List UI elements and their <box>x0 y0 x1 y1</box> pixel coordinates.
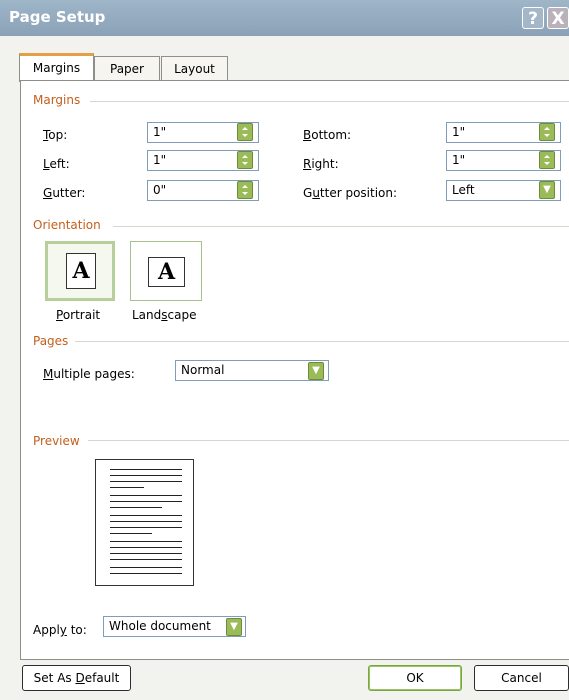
preview-line <box>110 553 182 554</box>
title-bar: Page Setup ? X <box>0 0 569 36</box>
preview-line <box>110 547 182 548</box>
top-label: Top: <box>43 128 68 142</box>
right-label: Right: <box>303 157 339 171</box>
multiple-pages-label: Multiple pages: <box>43 367 135 381</box>
portrait-label: Portrait <box>56 308 101 322</box>
preview-line <box>110 541 182 542</box>
bottom-spinner[interactable] <box>539 123 555 141</box>
preview-line <box>110 527 182 528</box>
right-spinner[interactable] <box>539 151 555 169</box>
preview-line <box>110 481 182 482</box>
multiple-pages-dropdown-arrow[interactable]: ▼ <box>308 362 324 380</box>
ok-button[interactable]: OK <box>368 665 462 691</box>
gutter-position-label: Gutter position: <box>303 186 398 200</box>
orientation-group-label: Orientation <box>33 218 107 232</box>
landscape-label: Landscape <box>132 308 197 322</box>
gutter-spinner[interactable] <box>237 181 253 199</box>
preview-line <box>110 495 182 496</box>
preview-line <box>110 573 182 574</box>
pages-group-label: Pages <box>33 334 75 348</box>
left-label: Left: <box>43 157 70 171</box>
margins-group-label: Margins <box>33 93 87 107</box>
set-as-default-button[interactable]: Set As Default <box>22 665 131 691</box>
preview-line <box>110 515 182 516</box>
preview-line <box>110 469 182 470</box>
preview-line <box>110 567 182 568</box>
apply-to-label: Apply to: <box>33 623 87 637</box>
preview-line <box>110 521 182 522</box>
preview-line <box>110 501 182 502</box>
margins-rule <box>90 101 569 102</box>
preview-line <box>110 533 152 534</box>
page-preview <box>95 459 194 586</box>
portrait-option[interactable]: A <box>45 241 115 301</box>
bottom-label: Bottom: <box>303 128 352 142</box>
cancel-button[interactable]: Cancel <box>474 665 569 691</box>
tab-paper[interactable]: Paper <box>94 56 160 81</box>
gutter-label: Gutter: <box>43 186 86 200</box>
landscape-page-icon: A <box>148 257 185 287</box>
top-spinner[interactable] <box>237 123 253 141</box>
left-spinner[interactable] <box>237 151 253 169</box>
apply-to-select[interactable]: Whole document <box>103 616 246 637</box>
tab-paper-label: Paper <box>110 62 144 76</box>
gutter-position-dropdown-arrow[interactable]: ▼ <box>539 181 555 199</box>
portrait-page-icon: A <box>66 253 96 289</box>
preview-line <box>110 487 144 488</box>
help-button[interactable]: ? <box>522 7 544 29</box>
preview-line <box>110 559 182 560</box>
preview-rule <box>88 440 569 441</box>
tab-margins[interactable]: Margins <box>19 53 94 82</box>
orientation-rule <box>113 226 569 227</box>
multiple-pages-select[interactable]: Normal <box>175 360 329 381</box>
window-title: Page Setup <box>9 8 106 26</box>
close-button[interactable]: X <box>547 7 569 29</box>
landscape-option[interactable]: A <box>130 241 202 301</box>
tab-margins-label: Margins <box>32 61 81 75</box>
preview-line <box>110 507 162 508</box>
preview-line <box>110 475 182 476</box>
tab-layout-label: Layout <box>174 62 215 76</box>
tab-layout[interactable]: Layout <box>161 56 228 81</box>
apply-to-dropdown-arrow[interactable]: ▼ <box>226 618 242 636</box>
preview-group-label: Preview <box>33 434 86 448</box>
pages-rule <box>75 341 569 342</box>
